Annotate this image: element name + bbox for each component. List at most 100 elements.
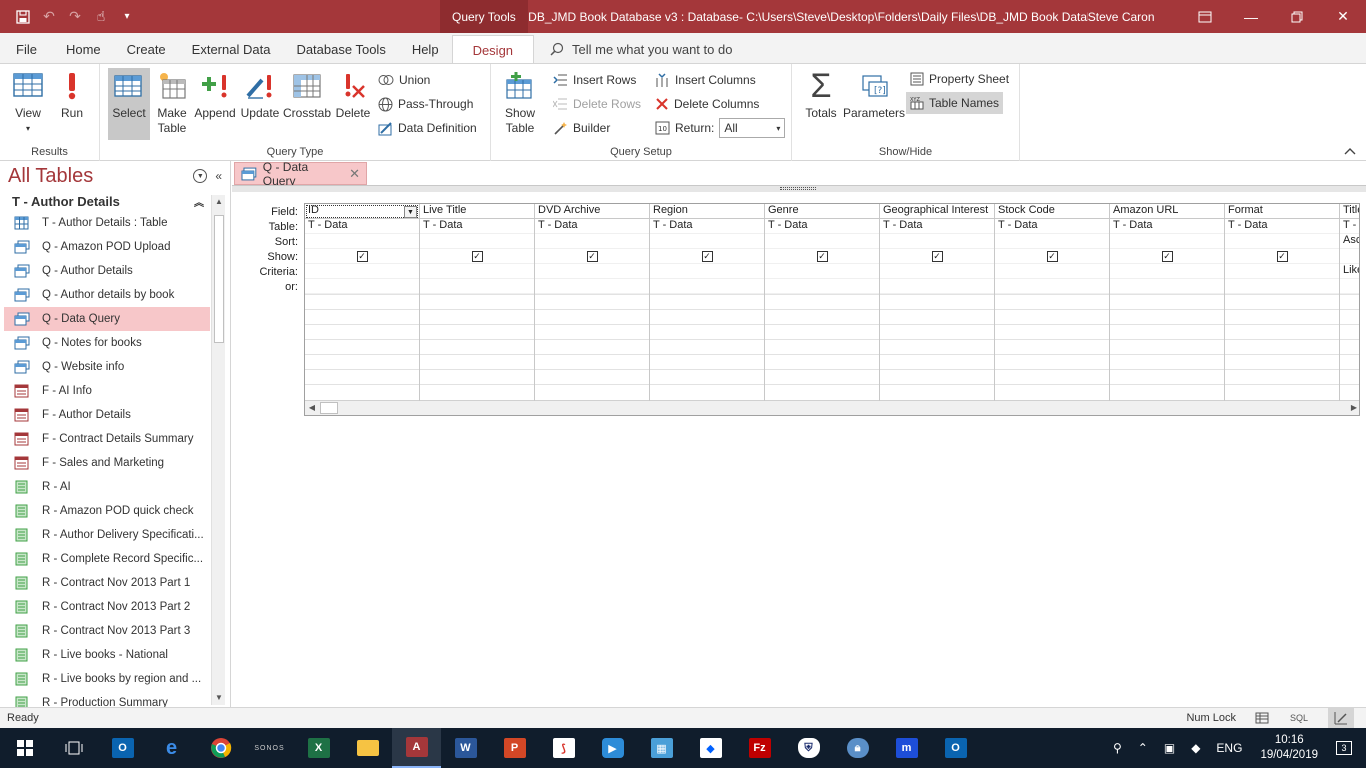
- nav-item[interactable]: R - Contract Nov 2013 Part 2: [4, 595, 210, 619]
- nav-item[interactable]: R - Complete Record Specific...: [4, 547, 210, 571]
- grid-column[interactable]: ID T - Data ✓ ▼: [305, 204, 420, 401]
- table-cell[interactable]: T - Data: [765, 219, 879, 234]
- show-cell[interactable]: ✓: [650, 249, 764, 264]
- grid-column[interactable]: DVD Archive T - Data ✓: [535, 204, 650, 401]
- sort-cell[interactable]: [420, 234, 534, 249]
- field-cell[interactable]: Genre: [765, 204, 879, 219]
- field-cell[interactable]: Title: [1340, 204, 1359, 219]
- table-cell[interactable]: T - Data: [1225, 219, 1339, 234]
- taskbar-access[interactable]: A: [392, 728, 441, 768]
- restore-icon[interactable]: [1274, 0, 1320, 33]
- user-name[interactable]: Steve Caron: [1088, 10, 1182, 24]
- criteria-cell[interactable]: [1110, 264, 1224, 279]
- nav-item[interactable]: F - Sales and Marketing: [4, 451, 210, 475]
- data-definition-button[interactable]: Data Definition: [378, 117, 477, 139]
- pass-through-button[interactable]: Pass-Through: [378, 93, 473, 115]
- grid-column[interactable]: Live Title T - Data ✓: [420, 204, 535, 401]
- show-checkbox[interactable]: ✓: [931, 250, 943, 262]
- field-cell[interactable]: Stock Code: [995, 204, 1109, 219]
- nav-item[interactable]: Q - Notes for books: [4, 331, 210, 355]
- tab-design[interactable]: Design: [451, 35, 535, 65]
- field-cell[interactable]: Region: [650, 204, 764, 219]
- make-table-button[interactable]: Make Table: [152, 68, 192, 140]
- design-view-button[interactable]: [1328, 708, 1354, 728]
- start-button[interactable]: [0, 728, 49, 768]
- scroll-down-icon[interactable]: ▼: [212, 691, 226, 705]
- builder-button[interactable]: Builder: [553, 117, 610, 139]
- show-cell[interactable]: ✓: [1225, 249, 1339, 264]
- nav-item[interactable]: Q - Data Query: [4, 307, 210, 331]
- taskbar-word[interactable]: W: [441, 728, 490, 768]
- taskbar-dropbox[interactable]: ◆: [686, 728, 735, 768]
- undo-icon[interactable]: ↶: [36, 4, 62, 30]
- scroll-up-icon[interactable]: ▲: [212, 195, 226, 209]
- or-cell[interactable]: [995, 279, 1109, 294]
- grid-column[interactable]: Geographical Interest T - Data ✓: [880, 204, 995, 401]
- show-checkbox[interactable]: ✓: [1046, 250, 1058, 262]
- taskbar-outlook[interactable]: O: [98, 728, 147, 768]
- sort-cell[interactable]: [1110, 234, 1224, 249]
- table-cell[interactable]: T - Data: [880, 219, 994, 234]
- show-cell[interactable]: ✓: [880, 249, 994, 264]
- nav-item[interactable]: R - Production Summary: [4, 691, 210, 707]
- field-cell[interactable]: Live Title: [420, 204, 534, 219]
- nav-item[interactable]: R - Live books by region and ...: [4, 667, 210, 691]
- criteria-cell[interactable]: [535, 264, 649, 279]
- datasheet-view-button[interactable]: [1254, 711, 1270, 725]
- or-cell[interactable]: [535, 279, 649, 294]
- nav-item[interactable]: R - AI: [4, 475, 210, 499]
- grid-scroll-thumb[interactable]: [320, 402, 338, 414]
- close-tab-icon[interactable]: ✕: [349, 166, 366, 182]
- insert-columns-button[interactable]: Insert Columns: [655, 69, 756, 91]
- document-tab-data-query[interactable]: Q - Data Query ✕: [234, 160, 367, 188]
- tab-external-data[interactable]: External Data: [179, 33, 284, 65]
- table-cell[interactable]: T - Data: [420, 219, 534, 234]
- network-icon[interactable]: ▣: [1156, 741, 1183, 755]
- ribbon-display-options-icon[interactable]: [1182, 0, 1228, 33]
- touch-mode-icon[interactable]: ☝: [88, 4, 114, 30]
- tab-create[interactable]: Create: [114, 33, 179, 65]
- sort-cell[interactable]: Asc: [1340, 234, 1359, 249]
- select-query-button[interactable]: Select: [108, 68, 150, 140]
- update-button[interactable]: Update: [238, 68, 282, 140]
- criteria-cell[interactable]: [880, 264, 994, 279]
- or-cell[interactable]: [1340, 279, 1359, 294]
- criteria-cell[interactable]: [1225, 264, 1339, 279]
- sort-cell[interactable]: [305, 234, 419, 249]
- criteria-cell[interactable]: [650, 264, 764, 279]
- save-icon[interactable]: [10, 4, 36, 30]
- insert-rows-button[interactable]: Insert Rows: [553, 69, 636, 91]
- nav-item[interactable]: F - Contract Details Summary: [4, 427, 210, 451]
- collapse-ribbon-icon[interactable]: [1344, 146, 1356, 158]
- tab-file[interactable]: File: [0, 33, 53, 65]
- close-icon[interactable]: ✕: [1320, 0, 1366, 33]
- clock[interactable]: 10:16 19/04/2019: [1250, 733, 1328, 763]
- or-cell[interactable]: [420, 279, 534, 294]
- shutter-bar-close-icon[interactable]: «: [215, 169, 222, 183]
- grid-column[interactable]: Genre T - Data ✓: [765, 204, 880, 401]
- sort-cell[interactable]: [765, 234, 879, 249]
- nav-item[interactable]: T - Author Details : Table: [4, 211, 210, 235]
- grid-column[interactable]: TitleT - DAsc Like: [1340, 204, 1359, 401]
- or-cell[interactable]: [880, 279, 994, 294]
- grid-column[interactable]: Region T - Data ✓: [650, 204, 765, 401]
- table-cell[interactable]: T - Data: [995, 219, 1109, 234]
- sql-view-button[interactable]: SQL: [1288, 711, 1310, 725]
- parameters-button[interactable]: [?] Parameters: [842, 68, 906, 140]
- sort-cell[interactable]: [1225, 234, 1339, 249]
- scroll-left-icon[interactable]: ◀: [305, 401, 319, 415]
- criteria-cell[interactable]: [305, 264, 419, 279]
- delete-query-button[interactable]: Delete: [332, 68, 374, 140]
- nav-scrollbar[interactable]: ▲ ▼: [211, 195, 225, 705]
- show-cell[interactable]: ✓: [305, 249, 419, 264]
- grid-column[interactable]: Stock Code T - Data ✓: [995, 204, 1110, 401]
- view-button[interactable]: View ▾: [6, 68, 50, 140]
- or-cell[interactable]: [650, 279, 764, 294]
- field-cell[interactable]: Amazon URL: [1110, 204, 1224, 219]
- or-cell[interactable]: [1225, 279, 1339, 294]
- show-checkbox[interactable]: ✓: [701, 250, 713, 262]
- nav-item[interactable]: Q - Website info: [4, 355, 210, 379]
- redo-icon[interactable]: ↷: [62, 4, 88, 30]
- nav-header[interactable]: All Tables ▼ «: [0, 161, 230, 191]
- crosstab-button[interactable]: Crosstab: [282, 68, 332, 140]
